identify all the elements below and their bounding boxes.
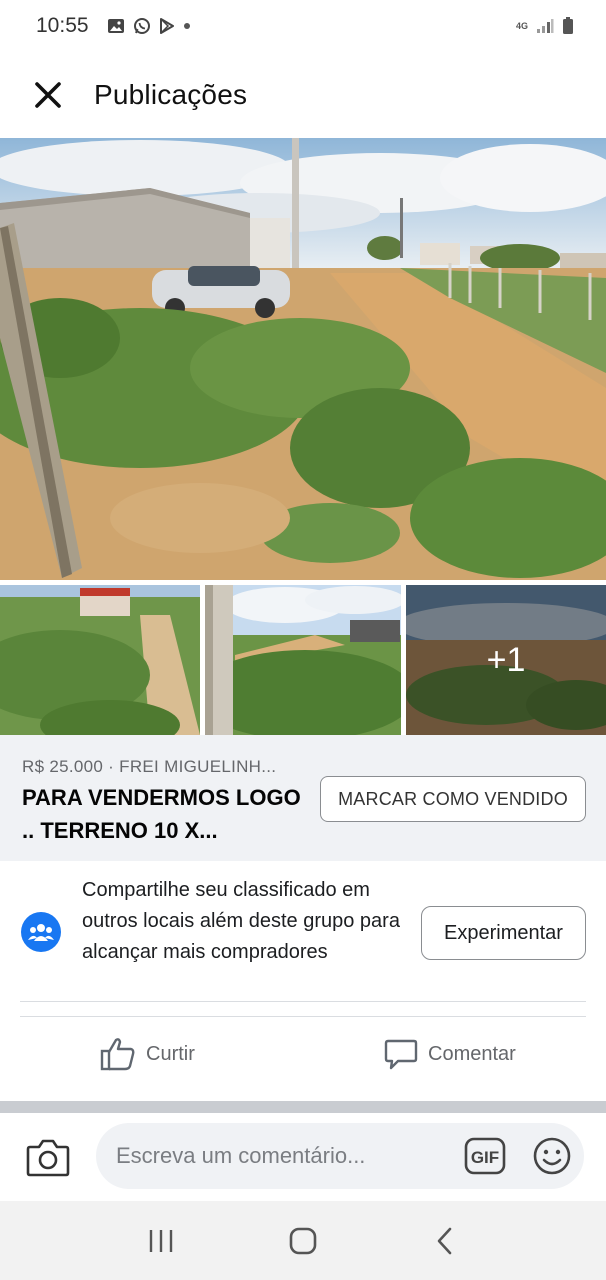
- thumb-2: [205, 585, 401, 735]
- divider: [20, 1016, 586, 1017]
- mark-as-sold-button[interactable]: MARCAR COMO VENDIDO: [320, 776, 586, 822]
- listing-title[interactable]: PARA VENDERMOS LOGO .. TERRENO 10 X...: [22, 781, 312, 847]
- whatsapp-icon: [133, 18, 150, 34]
- group-icon: [21, 912, 61, 952]
- thumbs-up-icon: [100, 1038, 135, 1071]
- comment-button[interactable]: Comentar: [384, 1030, 516, 1078]
- play-store-icon: [159, 18, 174, 34]
- system-nav-bar: [0, 1201, 606, 1280]
- smiley-icon: [533, 1137, 571, 1175]
- home-icon: [289, 1227, 317, 1254]
- thumbnail-strip: +1: [0, 585, 606, 735]
- comment-bubble-icon: [384, 1039, 418, 1070]
- notification-icons: [107, 17, 191, 35]
- more-photos-count: +1: [406, 585, 606, 735]
- section-separator: [0, 1101, 606, 1113]
- status-time: 10:55: [36, 14, 89, 37]
- close-icon: [35, 82, 61, 108]
- back-icon: [437, 1227, 452, 1254]
- share-promo-text: Compartilhe seu classificado em outros l…: [82, 879, 400, 963]
- camera-icon: [26, 1139, 70, 1177]
- signal-icon: [537, 19, 554, 33]
- like-label: Curtir: [146, 1042, 195, 1065]
- thumbnail-2[interactable]: [205, 585, 401, 735]
- divider: [20, 1001, 586, 1002]
- listing-price-location: R$ 25.000 · FREI MIGUELINH...: [22, 757, 277, 776]
- camera-button[interactable]: [26, 1137, 70, 1179]
- close-button[interactable]: [18, 65, 78, 125]
- thumbnail-3[interactable]: +1: [406, 585, 606, 735]
- status-right: 4G: [516, 17, 574, 35]
- thumbnail-1[interactable]: [0, 585, 200, 735]
- status-bar: 10:55 4G: [0, 0, 606, 52]
- rural-land-photo: [0, 138, 606, 580]
- page-title: Publicações: [94, 79, 248, 110]
- back-button[interactable]: [415, 1216, 475, 1266]
- status-left: 10:55: [36, 14, 191, 38]
- dot-icon: [183, 23, 190, 29]
- battery-icon: [563, 17, 573, 34]
- comment-label: Comentar: [428, 1042, 516, 1065]
- gif-button[interactable]: GIF: [464, 1137, 506, 1175]
- header: Publicações: [0, 52, 606, 138]
- emoji-button[interactable]: [532, 1136, 572, 1176]
- network-type: 4G: [515, 20, 528, 31]
- recent-apps-icon: [149, 1229, 173, 1252]
- like-button[interactable]: Curtir: [100, 1030, 195, 1078]
- main-photo[interactable]: [0, 138, 606, 580]
- group-people-icon: [28, 924, 54, 941]
- recent-apps-button[interactable]: [131, 1216, 191, 1266]
- gif-label: GIF: [471, 1148, 499, 1167]
- gif-icon: GIF: [464, 1137, 506, 1175]
- home-button[interactable]: [273, 1216, 333, 1266]
- comment-input[interactable]: [96, 1123, 584, 1189]
- gallery-icon: [107, 19, 124, 33]
- thumb-1: [0, 585, 200, 735]
- try-button[interactable]: Experimentar: [421, 906, 586, 960]
